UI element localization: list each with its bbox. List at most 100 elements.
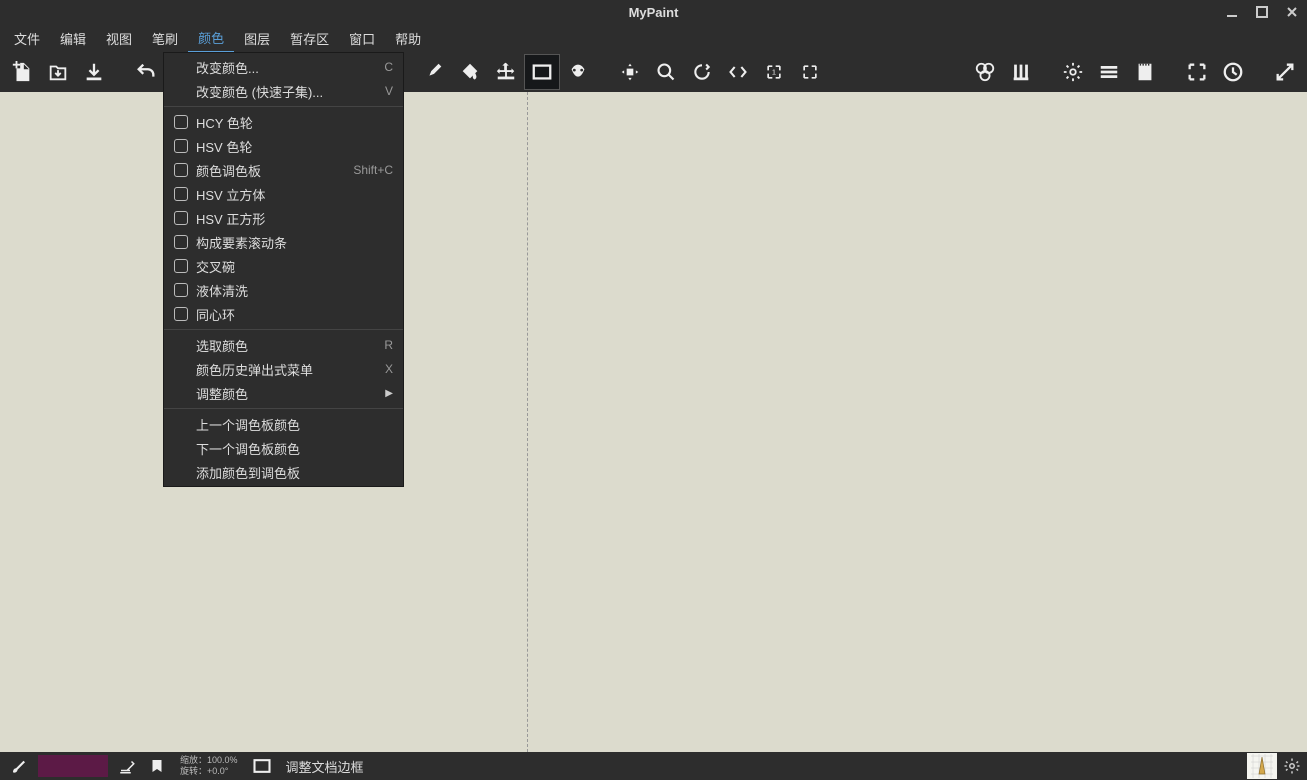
menu-option-label: 改变颜色... <box>196 58 384 77</box>
checkbox-icon <box>174 115 188 129</box>
menu-item[interactable]: 笔刷 <box>142 25 188 52</box>
options-icon[interactable] <box>1277 757 1307 775</box>
menu-item[interactable]: 文件 <box>4 25 50 52</box>
checkbox-icon <box>174 235 188 249</box>
menu-option[interactable]: 同心环 <box>164 302 403 326</box>
eyedropper-button[interactable] <box>416 54 452 90</box>
mirror-horizontal-button[interactable] <box>720 54 756 90</box>
menu-option-label: HSV 色轮 <box>196 137 393 156</box>
menu-option-label: 液体清洗 <box>196 281 393 300</box>
statusbar: 缩放：100.0% 旋转：+0.0° 调整文档边框 <box>0 752 1307 780</box>
color-selector-button[interactable] <box>967 54 1003 90</box>
menu-option-label: 颜色历史弹出式菜单 <box>196 360 385 379</box>
menu-item[interactable]: 窗口 <box>339 25 385 52</box>
menu-option[interactable]: 调整颜色▶ <box>164 381 403 405</box>
close-button[interactable] <box>1277 0 1307 24</box>
frame-edit-button[interactable] <box>524 54 560 90</box>
menu-item[interactable]: 颜色 <box>188 24 234 53</box>
menu-option[interactable]: 改变颜色 (快速子集)...V <box>164 79 403 103</box>
menu-separator <box>164 408 403 409</box>
menu-option[interactable]: 交叉碗 <box>164 254 403 278</box>
zoom-view-button[interactable] <box>648 54 684 90</box>
reset-zoom-button[interactable]: 1 <box>756 54 792 90</box>
menu-separator <box>164 329 403 330</box>
checkbox-icon <box>174 163 188 177</box>
titlebar: MyPaint <box>0 0 1307 24</box>
open-file-button[interactable] <box>40 54 76 90</box>
menu-shortcut: C <box>384 60 393 74</box>
menu-option[interactable]: 颜色历史弹出式菜单X <box>164 357 403 381</box>
pan-view-button[interactable] <box>612 54 648 90</box>
menu-shortcut: Shift+C <box>353 163 393 177</box>
undo-button[interactable] <box>128 54 164 90</box>
menu-option[interactable]: 选取颜色R <box>164 333 403 357</box>
minimize-button[interactable] <box>1217 0 1247 24</box>
checkbox-icon <box>174 283 188 297</box>
fit-view-button[interactable] <box>792 54 828 90</box>
window-controls <box>1217 0 1307 24</box>
expand-button[interactable] <box>1267 54 1303 90</box>
menu-separator <box>164 106 403 107</box>
color-menu-dropdown: 改变颜色...C改变颜色 (快速子集)...VHCY 色轮HSV 色轮颜色调色板… <box>163 52 404 487</box>
menu-option[interactable]: 颜色调色板Shift+C <box>164 158 403 182</box>
frame-mode-icon <box>246 756 278 776</box>
menubar: 文件编辑视图笔刷颜色图层暂存区窗口帮助 <box>0 24 1307 52</box>
menu-option[interactable]: 添加颜色到调色板 <box>164 460 403 484</box>
menu-option[interactable]: HSV 正方形 <box>164 206 403 230</box>
menu-item[interactable]: 视图 <box>96 25 142 52</box>
menu-option-label: 改变颜色 (快速子集)... <box>196 82 385 101</box>
brush-selector-button[interactable] <box>1003 54 1039 90</box>
fullscreen-button[interactable] <box>1179 54 1215 90</box>
menu-option-label: HCY 色轮 <box>196 113 393 132</box>
menu-shortcut: X <box>385 362 393 376</box>
menu-option-label: HSV 正方形 <box>196 209 393 228</box>
menu-option[interactable]: 下一个调色板颜色 <box>164 436 403 460</box>
menu-option-label: 下一个调色板颜色 <box>196 439 393 458</box>
menu-option-label: 颜色调色板 <box>196 161 353 180</box>
view-info: 缩放：100.0% 旋转：+0.0° <box>172 755 246 777</box>
checkbox-icon <box>174 307 188 321</box>
brush-indicator-icon[interactable] <box>4 757 34 775</box>
menu-option-label: 交叉碗 <box>196 257 393 276</box>
brush-preview[interactable] <box>1247 753 1277 779</box>
menu-option-label: 选取颜色 <box>196 336 384 355</box>
menu-shortcut: R <box>384 338 393 352</box>
save-file-button[interactable] <box>76 54 112 90</box>
rotate-view-button[interactable] <box>684 54 720 90</box>
brush-mode-icon[interactable] <box>112 757 142 775</box>
window-title: MyPaint <box>629 5 679 20</box>
menu-item[interactable]: 暂存区 <box>280 25 339 52</box>
checkbox-icon <box>174 187 188 201</box>
menu-option[interactable]: 上一个调色板颜色 <box>164 412 403 436</box>
status-mode-text: 调整文档边框 <box>278 757 364 776</box>
current-color-swatch[interactable] <box>38 755 108 777</box>
symmetry-button[interactable] <box>560 54 596 90</box>
menu-option[interactable]: HSV 色轮 <box>164 134 403 158</box>
history-button[interactable] <box>1215 54 1251 90</box>
menu-option[interactable]: HSV 立方体 <box>164 182 403 206</box>
settings-button[interactable] <box>1055 54 1091 90</box>
menu-item[interactable]: 帮助 <box>385 25 431 52</box>
lock-alpha-icon[interactable] <box>142 757 172 775</box>
menu-option[interactable]: 构成要素滚动条 <box>164 230 403 254</box>
menu-option-label: HSV 立方体 <box>196 185 393 204</box>
menu-option[interactable]: 改变颜色...C <box>164 55 403 79</box>
layers-panel-button[interactable] <box>1091 54 1127 90</box>
scratchpad-button[interactable] <box>1127 54 1163 90</box>
menu-item[interactable]: 编辑 <box>50 25 96 52</box>
menu-option[interactable]: HCY 色轮 <box>164 110 403 134</box>
checkbox-icon <box>174 139 188 153</box>
new-file-button[interactable] <box>4 54 40 90</box>
menu-option-label: 调整颜色 <box>196 384 385 403</box>
menu-option-label: 构成要素滚动条 <box>196 233 393 252</box>
canvas-guide-line <box>527 92 528 752</box>
menu-option[interactable]: 液体清洗 <box>164 278 403 302</box>
layer-move-button[interactable] <box>488 54 524 90</box>
menu-item[interactable]: 图层 <box>234 25 280 52</box>
menu-option-label: 上一个调色板颜色 <box>196 415 393 434</box>
checkbox-icon <box>174 259 188 273</box>
flood-fill-button[interactable] <box>452 54 488 90</box>
svg-text:1: 1 <box>772 68 776 77</box>
submenu-arrow-icon: ▶ <box>385 388 393 399</box>
maximize-button[interactable] <box>1247 0 1277 24</box>
